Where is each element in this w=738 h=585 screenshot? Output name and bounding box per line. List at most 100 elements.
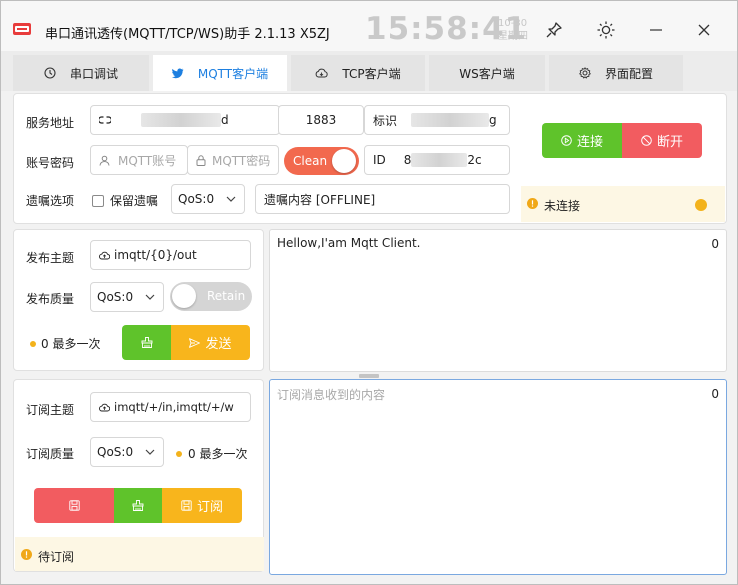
retain-will-box[interactable]	[92, 194, 104, 207]
connect-button-label: 连接	[576, 135, 603, 150]
client-id-redacted	[411, 153, 468, 167]
chevron-down-icon	[226, 196, 236, 202]
tab-settings[interactable]: 界面配置	[549, 55, 683, 91]
subscribe-received-area[interactable]: 订阅消息收到的内容 0	[269, 379, 727, 575]
connection-panel: 服务地址 d 1883 标识 g 账号密码 MQTT账号 MQTT密码 Clea…	[13, 93, 727, 224]
publish-message-text: Hellow,I'am Mqtt Client.	[277, 236, 421, 250]
publish-qos-value: QoS:0	[97, 290, 134, 304]
account-input[interactable]: MQTT账号	[90, 145, 188, 175]
close-button[interactable]	[689, 15, 719, 45]
publish-topic-value: imqtt/{0}/out	[114, 248, 197, 262]
account-label: 账号密码	[26, 156, 75, 170]
retain-will-label: 保留遗嘱	[110, 194, 159, 208]
gear-icon	[579, 67, 591, 79]
tab-serial-label: 串口调试	[69, 66, 118, 81]
subscribe-qos-desc: 0 最多一次	[176, 445, 247, 462]
subscribe-status-area: 待订阅	[15, 537, 264, 571]
clock-date-day: 10-30	[498, 18, 528, 29]
unsubscribe-button[interactable]	[34, 488, 114, 523]
server-value: d	[221, 113, 229, 127]
publish-qos-label: 发布质量	[26, 292, 75, 306]
minimize-icon	[650, 29, 662, 31]
client-id-label: ID	[373, 153, 386, 167]
pin-icon	[546, 22, 562, 38]
ident-label: 标识	[373, 113, 398, 128]
info-circle-icon	[21, 549, 32, 560]
theme-button[interactable]	[591, 15, 621, 45]
subscribe-status-text: 待订阅	[38, 550, 75, 564]
publish-clear-button[interactable]	[122, 325, 171, 360]
pin-button[interactable]	[539, 15, 569, 45]
server-input[interactable]: d	[90, 105, 280, 135]
will-qos-value: QoS:0	[178, 192, 215, 206]
retain-toggle[interactable]: Retain	[170, 282, 252, 311]
link-icon	[99, 116, 111, 124]
will-qos-select[interactable]: QoS:0	[171, 184, 245, 214]
subscribe-topic-input[interactable]: imqtt/+/in,imqtt/+/w	[90, 392, 251, 422]
port-input[interactable]: 1883	[278, 105, 364, 135]
retain-label: Retain	[207, 289, 246, 303]
retain-will-checkbox[interactable]: 保留遗嘱	[92, 192, 158, 209]
client-id-input[interactable]: ID 8 2c	[364, 145, 510, 175]
splitter-handle[interactable]	[359, 374, 379, 378]
clean-toggle-knob	[332, 149, 356, 173]
subscribe-topic-label: 订阅主题	[26, 403, 75, 417]
subscribe-qos-select[interactable]: QoS:0	[90, 437, 164, 467]
connection-status-area: 未连接	[521, 186, 725, 222]
send-button-label: 发送	[205, 337, 232, 352]
publish-message-input[interactable]: Hellow,I'am Mqtt Client. 0	[269, 229, 727, 372]
info-circle-icon	[527, 198, 538, 209]
save-icon	[68, 500, 80, 511]
user-icon	[99, 155, 110, 166]
publish-qos-desc-text: 0 最多一次	[41, 337, 101, 351]
app-window: 串口通讯透传(MQTT/TCP/WS)助手 2.1.13 X5ZJ 15:58:…	[0, 0, 738, 585]
subscribe-qos-desc-text: 0 最多一次	[188, 447, 248, 461]
tab-ws[interactable]: WS客户端	[429, 55, 545, 91]
subscribe-received-placeholder: 订阅消息收到的内容	[277, 388, 386, 402]
port-value: 1883	[305, 113, 337, 127]
ident-value: g	[489, 113, 497, 127]
subscribe-qos-value: QoS:0	[97, 445, 134, 459]
publish-qos-select[interactable]: QoS:0	[90, 282, 164, 312]
app-logo-icon	[13, 23, 31, 35]
ident-input[interactable]: 标识 g	[364, 105, 510, 135]
chevron-down-icon	[145, 294, 155, 300]
server-redacted	[141, 113, 221, 127]
tab-mqtt[interactable]: MQTT客户端	[153, 55, 287, 91]
subscribe-button[interactable]: 订阅	[162, 488, 242, 523]
clean-toggle[interactable]: Clean	[284, 147, 359, 175]
window-title: 串口通讯透传(MQTT/TCP/WS)助手 2.1.13 X5ZJ	[45, 27, 330, 42]
title-bar: 串口通讯透传(MQTT/TCP/WS)助手 2.1.13 X5ZJ 15:58:…	[1, 1, 737, 51]
will-content-input[interactable]: 遗嘱内容 [OFFLINE]	[255, 184, 510, 214]
password-input[interactable]: MQTT密码	[187, 145, 279, 175]
publish-message-count: 0	[711, 237, 719, 251]
client-id-prefix: 8	[403, 153, 412, 167]
lock-icon	[196, 154, 206, 166]
tab-ws-label: WS客户端	[459, 66, 515, 81]
bird-icon	[171, 67, 184, 79]
subscribe-button-label: 订阅	[196, 500, 223, 515]
publish-topic-input[interactable]: imqtt/{0}/out	[90, 240, 251, 270]
cloud-upload-icon	[99, 403, 110, 411]
server-label: 服务地址	[26, 116, 75, 130]
tab-settings-label: 界面配置	[604, 66, 653, 81]
password-placeholder: MQTT密码	[212, 153, 271, 168]
minimize-button[interactable]	[641, 15, 671, 45]
play-circle-icon	[561, 135, 572, 146]
tab-tcp-label: TCP客户端	[342, 66, 401, 81]
send-button[interactable]: 发送	[171, 325, 250, 360]
clock-date: 10-30 星期四	[498, 17, 528, 43]
connect-button[interactable]: 连接	[542, 123, 622, 158]
tab-tcp[interactable]: TCP客户端	[291, 55, 425, 91]
ident-redacted	[411, 113, 490, 127]
tab-serial[interactable]: 串口调试	[13, 55, 149, 91]
tab-bar: 串口调试 MQTT客户端 TCP客户端 WS客户端 界面配置	[1, 51, 737, 91]
save-icon	[181, 500, 192, 511]
disconnect-button[interactable]: 断开	[622, 123, 702, 158]
subscribe-message-count: 0	[711, 387, 719, 401]
client-id-suffix: 2c	[467, 153, 482, 167]
will-label: 遗嘱选项	[26, 194, 75, 208]
connection-status-text: 未连接	[544, 199, 581, 213]
subscribe-qos-dot	[176, 450, 182, 457]
subscribe-clear-button[interactable]	[114, 488, 162, 523]
